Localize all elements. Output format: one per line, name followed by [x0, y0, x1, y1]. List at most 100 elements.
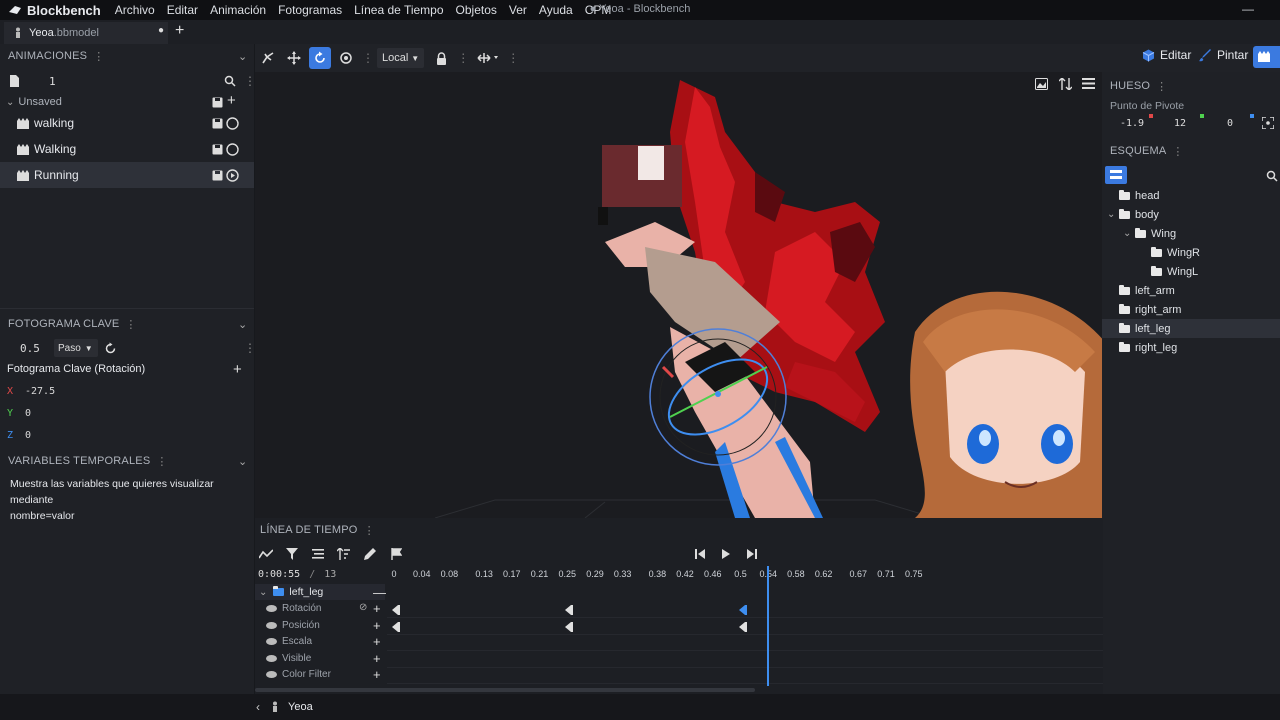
sort-icon[interactable] [337, 548, 350, 560]
animation-group-row[interactable]: ⌄ Unsaved + [0, 92, 254, 110]
add-keyframe-icon[interactable]: + [373, 601, 381, 616]
hamburger-menu-icon[interactable] [1082, 78, 1095, 89]
play-icon[interactable] [721, 549, 731, 559]
mode-paint-button[interactable]: Pintar [1199, 48, 1248, 62]
axis-x-input[interactable]: -27.5 [25, 386, 55, 397]
page-input[interactable]: 1 [49, 75, 56, 88]
playhead[interactable] [767, 566, 770, 686]
mode-animate-button[interactable] [1253, 46, 1280, 68]
skip-back-icon[interactable] [695, 549, 705, 559]
mode-edit-button[interactable]: Editar [1142, 48, 1191, 62]
expand-arrow-icon[interactable]: ⌄ [6, 97, 14, 108]
panel-menu-icon[interactable]: ⋮ [93, 50, 104, 63]
menu-editar[interactable]: Editar [167, 3, 198, 17]
outliner-item[interactable]: ⌄ body [1102, 205, 1280, 224]
expand-arrow-icon[interactable]: ⌄ [1107, 209, 1119, 220]
timeline-channel-row[interactable]: Escala + [255, 634, 1103, 651]
outliner-item[interactable]: left_arm [1102, 281, 1280, 300]
pivot-y-input[interactable]: 12 [1174, 118, 1186, 129]
collapse-icon[interactable]: — [373, 585, 386, 600]
filter-icon[interactable] [286, 548, 298, 560]
eye-icon[interactable] [266, 671, 277, 678]
outliner-item[interactable]: ⌄ Wing [1102, 224, 1280, 243]
timeline-channel-row[interactable]: Color Filter + [255, 667, 1103, 684]
search-icon[interactable] [224, 75, 236, 87]
panel-menu-icon[interactable]: ⋮ [364, 524, 375, 537]
add-keyframe-icon[interactable]: + [373, 651, 381, 666]
panel-menu-icon[interactable]: ⋮ [156, 455, 167, 468]
menu-ver[interactable]: Ver [509, 3, 527, 17]
outliner-item[interactable]: WingR [1102, 243, 1280, 262]
keyframe-link-icon[interactable]: ⊘ [359, 602, 367, 613]
outliner-item[interactable]: right_leg [1102, 338, 1280, 357]
camera-view-icon[interactable] [1035, 78, 1048, 90]
new-tab-button[interactable]: + [175, 22, 184, 40]
outliner-item[interactable]: left_leg [1102, 319, 1280, 338]
panel-menu-icon[interactable]: ⋮ [1156, 80, 1167, 93]
eye-icon[interactable] [266, 654, 277, 662]
3d-viewport[interactable] [255, 72, 1103, 518]
eye-icon[interactable] [266, 638, 277, 645]
eye-icon[interactable] [266, 605, 277, 612]
add-keyframe-icon[interactable]: + [373, 618, 381, 633]
timeline-scrollbar[interactable] [255, 688, 755, 692]
animation-item[interactable]: Walking [0, 136, 254, 162]
pencil-icon[interactable] [364, 548, 376, 560]
tab-model-file[interactable]: Yeoa .bbmodel ● [4, 22, 168, 44]
menu-objetos[interactable]: Objetos [456, 3, 497, 17]
menu-animacion[interactable]: Animación [210, 3, 266, 17]
keyframe-time-input[interactable]: 0.5 [20, 342, 40, 355]
translate-tool-button[interactable] [283, 47, 305, 69]
save-icon[interactable] [212, 144, 223, 155]
list-lines-icon[interactable] [312, 549, 324, 559]
menu-linea-de-tiempo[interactable]: Línea de Tiempo [354, 3, 443, 17]
timeline-channel-row[interactable]: Rotación + ⊘ [255, 601, 1103, 618]
search-icon[interactable] [1266, 170, 1278, 182]
interpolation-select[interactable]: Paso ▼ [54, 339, 98, 357]
animation-item-selected[interactable]: Running [0, 162, 254, 188]
menu-fotogramas[interactable]: Fotogramas [278, 3, 342, 17]
save-icon[interactable] [212, 118, 223, 129]
menu-ayuda[interactable]: Ayuda [539, 3, 573, 17]
move-tool-button[interactable] [257, 47, 279, 69]
flag-icon[interactable] [391, 548, 402, 560]
timeline-channel-row[interactable]: Posición + [255, 618, 1103, 635]
center-pivot-icon[interactable] [1262, 117, 1274, 129]
outliner-item[interactable]: right_arm [1102, 300, 1280, 319]
pivot-tool-button[interactable] [335, 47, 357, 69]
sort-icon[interactable] [1059, 78, 1072, 90]
panel-menu-icon[interactable]: ⋮ [1172, 145, 1183, 158]
animation-item[interactable]: walking [0, 110, 254, 136]
collapse-chevron-icon[interactable]: ⌄ [238, 455, 247, 468]
new-file-icon[interactable] [9, 75, 19, 87]
menu-archivo[interactable]: Archivo [115, 3, 155, 17]
outliner-item[interactable]: head [1102, 186, 1280, 205]
outliner-toggle-button[interactable] [1105, 166, 1127, 184]
minimize-button[interactable]: — [1242, 2, 1254, 16]
eye-icon[interactable] [266, 621, 277, 629]
panel-menu-icon[interactable]: ⋮ [125, 318, 136, 331]
mirror-button[interactable] [474, 47, 502, 69]
graph-editor-icon[interactable] [259, 549, 273, 559]
collapse-chevron-icon[interactable]: ⌄ [238, 50, 247, 63]
save-icon[interactable] [212, 170, 223, 181]
timeline-channel-row[interactable]: Visible + [255, 651, 1103, 668]
add-keyframe-icon[interactable]: + [373, 667, 381, 682]
add-channel-icon[interactable]: + [233, 361, 242, 378]
pivot-x-input[interactable]: -1.9 [1120, 118, 1144, 129]
expand-arrow-icon[interactable]: ⌄ [1123, 228, 1135, 239]
save-icon[interactable] [212, 97, 223, 108]
collapse-chevron-icon[interactable]: ⌄ [238, 318, 247, 331]
add-keyframe-icon[interactable]: + [373, 634, 381, 649]
play-toggle-icon[interactable] [226, 116, 239, 130]
timeline-bone-row[interactable]: ⌄ left_leg — [255, 584, 386, 600]
axis-z-input[interactable]: 0 [25, 430, 31, 441]
skip-forward-icon[interactable] [747, 549, 757, 559]
rotate-tool-button[interactable] [309, 47, 331, 69]
lock-button[interactable] [430, 47, 452, 69]
outliner-item[interactable]: WingL [1102, 262, 1280, 281]
space-select[interactable]: Local ▼ [377, 48, 425, 68]
pivot-z-input[interactable]: 0 [1227, 118, 1233, 129]
menu-cpm[interactable]: CPM [585, 3, 612, 17]
expand-arrow-icon[interactable]: ⌄ [259, 587, 267, 598]
